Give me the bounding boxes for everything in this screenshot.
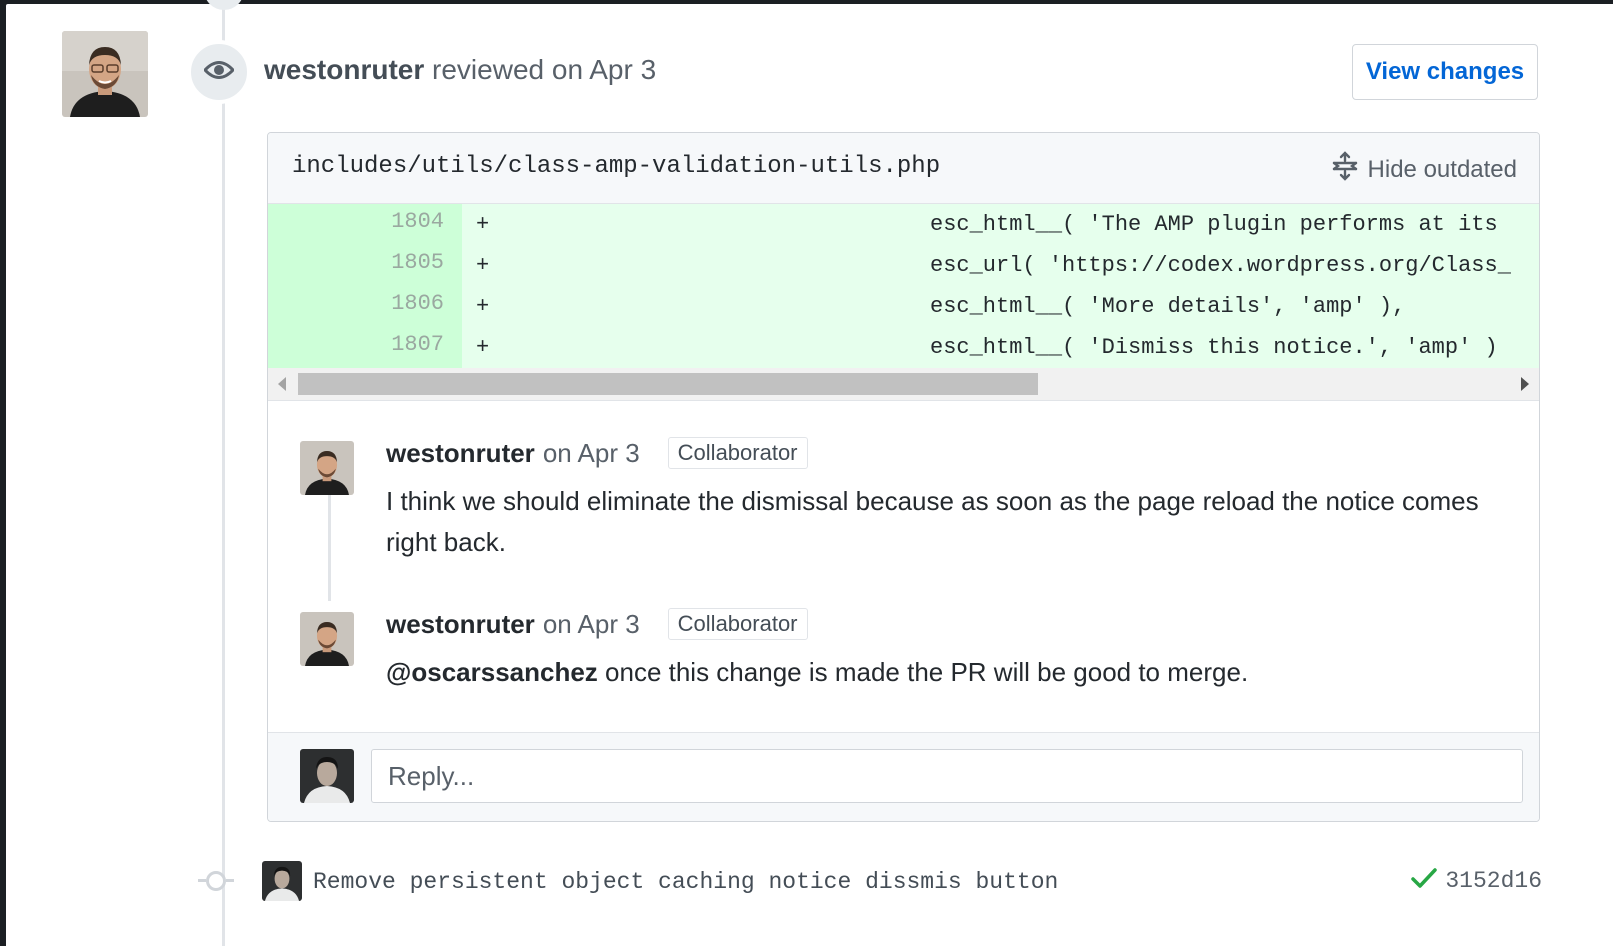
check-icon[interactable] bbox=[1411, 867, 1438, 894]
code-content: esc_url( 'https://codex.wordpress.org/Cl… bbox=[930, 253, 1511, 278]
file-header: includes/utils/class-amp-validation-util… bbox=[268, 133, 1539, 204]
diff-marker: + bbox=[476, 335, 490, 360]
current-user-avatar bbox=[300, 749, 354, 803]
commenter-avatar[interactable] bbox=[300, 441, 354, 495]
comment-date[interactable]: on Apr 3 bbox=[543, 438, 640, 469]
code-content: esc_html__( 'The AMP plugin performs at … bbox=[930, 212, 1498, 237]
scroll-left-arrow-icon[interactable] bbox=[278, 377, 286, 391]
comment-header: westonruter on Apr 3 Collaborator bbox=[386, 608, 808, 640]
review-author-link[interactable]: westonruter bbox=[264, 54, 424, 85]
review-file-box: includes/utils/class-amp-validation-util… bbox=[267, 132, 1540, 822]
diff-marker: + bbox=[476, 212, 490, 237]
scroll-right-arrow-icon[interactable] bbox=[1521, 377, 1529, 391]
commenter-avatar[interactable] bbox=[300, 612, 354, 666]
review-header: westonruter reviewed on Apr 3 bbox=[264, 54, 656, 86]
pr-timeline: westonruter reviewed on Apr 3 View chang… bbox=[6, 0, 1613, 946]
line-number[interactable]: 1805 bbox=[268, 245, 462, 286]
reviewer-avatar[interactable] bbox=[62, 31, 148, 117]
diff-marker: + bbox=[476, 253, 490, 278]
collaborator-badge: Collaborator bbox=[667, 437, 808, 469]
commit-sha-link[interactable]: 3152d16 bbox=[1445, 868, 1542, 894]
thread-connector bbox=[328, 491, 331, 601]
file-path-link[interactable]: includes/utils/class-amp-validation-util… bbox=[292, 153, 940, 180]
scrollbar-thumb[interactable] bbox=[298, 373, 1038, 395]
commit-author-avatar[interactable] bbox=[262, 861, 302, 901]
review-action-text: reviewed on Apr 3 bbox=[432, 54, 657, 85]
fold-icon bbox=[1330, 151, 1360, 188]
timeline-connector bbox=[204, 0, 244, 10]
comment-header: westonruter on Apr 3 Collaborator bbox=[386, 437, 808, 469]
diff-line: 1805 + esc_url( 'https://codex.wordpress… bbox=[268, 245, 1539, 286]
collaborator-badge: Collaborator bbox=[667, 608, 808, 640]
view-changes-button[interactable]: View changes bbox=[1352, 44, 1538, 100]
comment-body: @oscarssanchez once this change is made … bbox=[386, 652, 1496, 693]
comment-text: once this change is made the PR will be … bbox=[597, 657, 1249, 687]
diff-line: 1807 + esc_html__( 'Dismiss this notice.… bbox=[268, 327, 1539, 368]
review-event-badge bbox=[187, 40, 251, 104]
diff-marker: + bbox=[476, 294, 490, 319]
user-mention-link[interactable]: @oscarssanchez bbox=[386, 657, 598, 687]
review-comment-thread: westonruter on Apr 3 Collaborator I thin… bbox=[268, 401, 1539, 734]
comment-author-link[interactable]: westonruter bbox=[386, 438, 535, 469]
horizontal-scrollbar[interactable] bbox=[268, 368, 1539, 401]
comment-author-link[interactable]: westonruter bbox=[386, 609, 535, 640]
comment-body: I think we should eliminate the dismissa… bbox=[386, 486, 1479, 557]
diff-line: 1806 + esc_html__( 'More details', 'amp'… bbox=[268, 286, 1539, 327]
reply-input[interactable] bbox=[371, 749, 1523, 803]
eye-icon bbox=[202, 59, 236, 86]
commit-message-link[interactable]: Remove persistent object caching notice … bbox=[313, 869, 1058, 895]
git-commit-icon bbox=[198, 871, 234, 891]
code-content: esc_html__( 'Dismiss this notice.', 'amp… bbox=[930, 335, 1498, 360]
hide-outdated-label: Hide outdated bbox=[1367, 155, 1517, 183]
line-number[interactable]: 1806 bbox=[268, 286, 462, 327]
commit-event: Remove persistent object caching notice … bbox=[198, 861, 1542, 905]
hide-outdated-button[interactable]: Hide outdated bbox=[1330, 151, 1517, 188]
timeline-line bbox=[222, 4, 225, 946]
diff-hunk: 1804 + esc_html__( 'The AMP plugin perfo… bbox=[268, 204, 1539, 368]
reply-bar bbox=[268, 732, 1539, 821]
line-number[interactable]: 1804 bbox=[268, 204, 462, 245]
commit-status: 3152d16 bbox=[1411, 867, 1542, 894]
diff-line: 1804 + esc_html__( 'The AMP plugin perfo… bbox=[268, 204, 1539, 245]
line-number[interactable]: 1807 bbox=[268, 327, 462, 368]
code-content: esc_html__( 'More details', 'amp' ), bbox=[930, 294, 1406, 319]
comment-date[interactable]: on Apr 3 bbox=[543, 609, 640, 640]
